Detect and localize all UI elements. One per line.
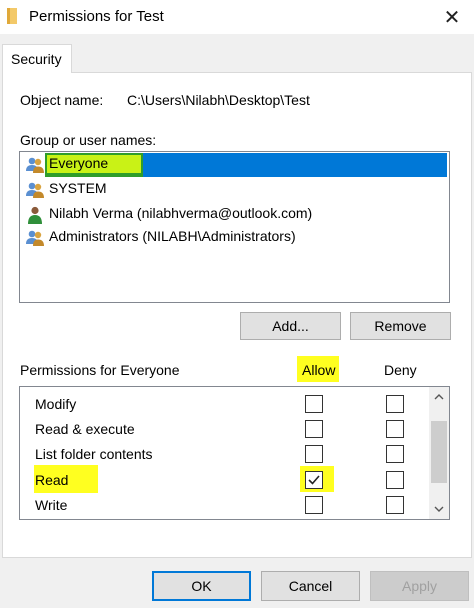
- apply-button[interactable]: Apply: [370, 571, 469, 601]
- chevron-up-icon: [434, 394, 444, 400]
- perm-name: Read & execute: [35, 421, 135, 437]
- scroll-down-button[interactable]: [429, 499, 449, 519]
- permissions-header: Permissions for Everyone: [20, 362, 180, 378]
- perm-row-read-execute: Read & execute: [20, 418, 430, 443]
- user-row-administrators[interactable]: Administrators (NILABH\Administrators): [21, 225, 448, 249]
- deny-checkbox[interactable]: [386, 420, 404, 438]
- user-list[interactable]: Everyone SYSTEM Nilabh Verma (nilabhverm…: [19, 151, 450, 303]
- perm-name: Write: [35, 497, 68, 513]
- users-group-icon: [26, 157, 44, 173]
- allow-checkbox[interactable]: [305, 395, 323, 413]
- user-row-nilabh[interactable]: Nilabh Verma (nilabhverma@outlook.com): [21, 202, 448, 226]
- perm-row-modify: Modify: [20, 393, 430, 418]
- window-title: Permissions for Test: [29, 8, 164, 25]
- close-icon: ✕: [443, 6, 461, 29]
- permissions-list: Modify Read & execute List folder conten…: [19, 386, 450, 520]
- allow-checkbox[interactable]: [305, 471, 323, 489]
- cancel-button[interactable]: Cancel: [261, 571, 360, 601]
- object-name-value: C:\Users\Nilabh\Desktop\Test: [127, 92, 310, 108]
- user-name: Nilabh Verma (nilabhverma@outlook.com): [49, 205, 313, 221]
- close-button[interactable]: ✕: [430, 0, 474, 34]
- perm-name: Modify: [35, 396, 77, 412]
- tab-strip: Security: [0, 44, 474, 73]
- deny-checkbox[interactable]: [386, 395, 404, 413]
- object-name-label: Object name:: [20, 92, 104, 108]
- checkmark-icon: [308, 475, 320, 485]
- group-user-label: Group or user names:: [20, 132, 157, 148]
- tab-security[interactable]: Security: [2, 44, 72, 73]
- user-name: Everyone: [49, 155, 109, 171]
- perm-name: List folder contents: [35, 446, 153, 462]
- user-row-system[interactable]: SYSTEM: [21, 177, 448, 201]
- perm-row-write: Write: [20, 494, 430, 519]
- perm-name: Read: [35, 472, 69, 488]
- deny-checkbox[interactable]: [386, 496, 404, 514]
- scroll-thumb[interactable]: [431, 421, 447, 483]
- folder-icon: [7, 8, 17, 24]
- ok-button[interactable]: OK: [152, 571, 251, 601]
- allow-checkbox[interactable]: [305, 496, 323, 514]
- scroll-up-button[interactable]: [429, 387, 449, 407]
- perm-row-read: Read: [20, 465, 430, 494]
- title-bar: Permissions for Test ✕: [0, 0, 474, 34]
- add-button[interactable]: Add...: [240, 312, 341, 340]
- user-name: SYSTEM: [49, 180, 107, 196]
- vertical-scrollbar[interactable]: [429, 387, 449, 519]
- deny-column-label: Deny: [384, 362, 417, 378]
- user-name: Administrators (NILABH\Administrators): [49, 228, 296, 244]
- allow-checkbox[interactable]: [305, 445, 323, 463]
- user-icon: [28, 206, 42, 224]
- allow-checkbox[interactable]: [305, 420, 323, 438]
- allow-column-label: Allow: [302, 362, 336, 378]
- deny-checkbox[interactable]: [386, 471, 404, 489]
- users-group-icon: [26, 182, 44, 198]
- user-row-everyone[interactable]: Everyone: [21, 152, 448, 177]
- chevron-down-icon: [434, 506, 444, 512]
- users-group-icon: [26, 230, 44, 246]
- deny-checkbox[interactable]: [386, 445, 404, 463]
- remove-button[interactable]: Remove: [350, 312, 451, 340]
